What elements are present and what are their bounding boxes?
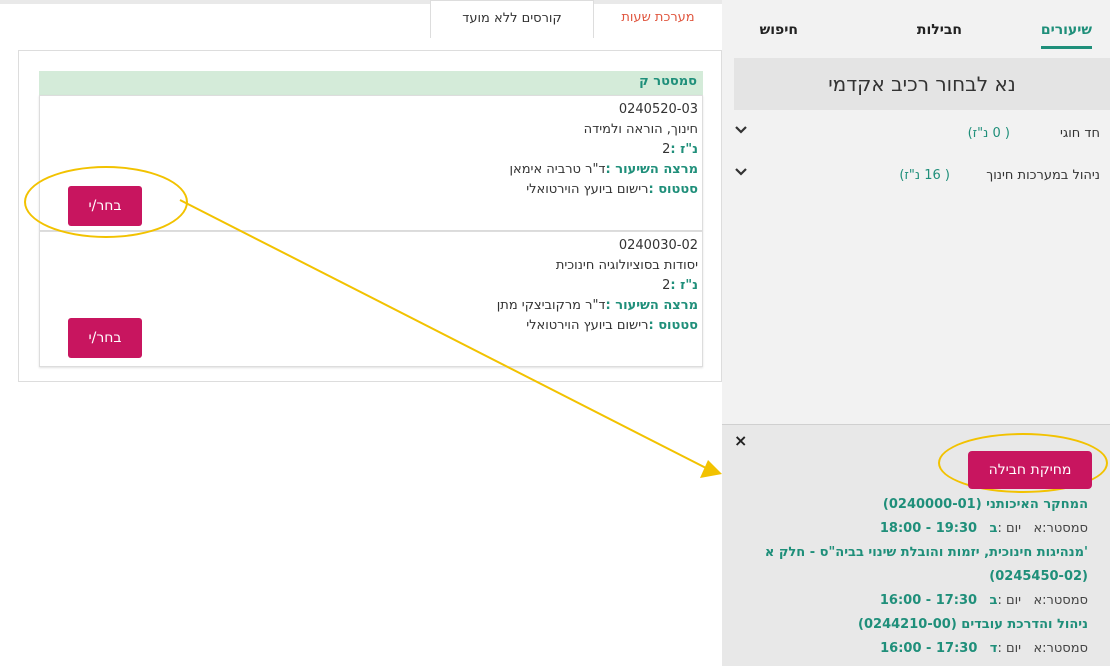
accordion-single-major[interactable]: חד חוגי ( 0 נ"ז) — [734, 120, 1110, 150]
time-value: 17:30 - 16:00 — [879, 593, 978, 608]
lecturer-row: מרצה השיעור :ד"ר טרביה אימאן — [510, 160, 699, 180]
package-basket: × מחיקת חבילה המחקר האיכותני (0240000-01… — [722, 424, 1110, 666]
close-icon[interactable]: × — [734, 431, 747, 450]
status-label: סטטוס : — [648, 318, 698, 333]
course-name: יסודות בסוציולוגיה חינוכית — [555, 258, 698, 273]
status-row: סטטוס :רישום ביועץ הוירטואלי — [497, 316, 698, 336]
lecturer-value: ד"ר מרקוביצקי מתן — [496, 298, 606, 313]
status-value: רישום ביועץ הוירטואלי — [526, 318, 649, 333]
highlight-circle — [24, 166, 188, 238]
course-code: 0240030-02 — [618, 238, 698, 253]
accordion-label: ניהול במערכות חינוך — [986, 168, 1100, 183]
sem-value: א — [1033, 521, 1043, 536]
lecturer-row: מרצה השיעור :ד"ר מרקוביצקי מתן — [497, 296, 698, 316]
tab-courses-no-date[interactable]: קורסים ללא מועד — [430, 0, 594, 38]
basket-course-name: ניהול והדרכת עובדים (0244210-00) — [858, 617, 1088, 632]
accordion-education-management[interactable]: ניהול במערכות חינוך ( 16 נ"ז) — [734, 162, 1110, 192]
main-tabs: שיעורים חבילות חיפוש — [722, 0, 1110, 49]
tab-lessons[interactable]: שיעורים — [1040, 22, 1093, 49]
sem-label: סמסטר: — [1042, 641, 1088, 656]
time-value: 17:30 - 16:00 — [880, 641, 978, 656]
course-details: 0240030-02 יסודות בסוציולוגיה חינוכית נ"… — [497, 236, 698, 336]
chevron-down-icon[interactable] — [734, 164, 748, 183]
basket-list: המחקר האיכותני (0240000-01) סמסטר:א יום … — [722, 493, 1088, 661]
basket-course-time: סמסטר:א יום :ד 17:30 - 16:00 — [722, 637, 1088, 661]
tab-search[interactable]: חיפוש — [760, 22, 798, 38]
time-value: 19:30 - 18:00 — [879, 521, 978, 536]
lecturer-label: מרצה השיעור : — [605, 162, 698, 177]
tab-packages[interactable]: חבילות — [917, 22, 962, 38]
day-label: יום : — [997, 641, 1022, 656]
day-label: יום : — [997, 593, 1022, 608]
status-value: רישום ביועץ הוירטואלי — [526, 182, 649, 197]
choose-component-title: נא לבחור רכיב אקדמי — [734, 58, 1110, 110]
accordion-credits: ( 0 נ"ז) — [967, 126, 1010, 141]
day-label: יום : — [997, 521, 1022, 536]
delete-package-button[interactable]: מחיקת חבילה — [968, 451, 1092, 489]
sem-value: א — [1033, 593, 1043, 608]
lecturer-value: ד"ר טרביה אימאן — [509, 162, 606, 177]
course-card: 0240030-02 יסודות בסוציולוגיה חינוכית נ"… — [39, 231, 703, 367]
course-details: 0240520-03 חינוך, הוראה ולמידה נ"ז :2 מר… — [510, 100, 699, 200]
choose-button[interactable]: בחר/י — [68, 318, 142, 358]
basket-course-name: המחקר האיכותני (0240000-01) — [882, 497, 1088, 512]
basket-course-time: סמסטר:א יום :ב 17:30 - 16:00 — [722, 589, 1088, 613]
accordion-credits: ( 16 נ"ז) — [899, 168, 950, 183]
status-label: סטטוס : — [648, 182, 698, 197]
lecturer-label: מרצה השיעור : — [605, 298, 698, 313]
chevron-down-icon[interactable] — [734, 122, 748, 141]
course-name: חינוך, הוראה ולמידה — [583, 122, 698, 137]
sem-value: א — [1033, 641, 1043, 656]
credits-label: נ"ז : — [670, 142, 698, 157]
sem-label: סמסטר: — [1042, 593, 1088, 608]
basket-course-time: סמסטר:א יום :ב 19:30 - 18:00 — [722, 517, 1088, 541]
tab-timetable[interactable]: מערכת שעות — [594, 0, 722, 38]
accordion-label: חד חוגי — [1059, 126, 1100, 141]
credits-row: נ"ז :2 — [497, 276, 698, 296]
credits-row: נ"ז :2 — [510, 140, 698, 160]
basket-course-name: 'מנהיגות חינוכית, יזמות והובלת שינוי בבי… — [764, 545, 1088, 584]
credits-label: נ"ז : — [670, 278, 698, 293]
semester-header: סמסטר ק — [39, 71, 703, 95]
sem-label: סמסטר: — [1042, 521, 1088, 536]
course-code: 0240520-03 — [618, 102, 698, 117]
status-row: סטטוס :רישום ביועץ הוירטואלי — [510, 180, 698, 200]
